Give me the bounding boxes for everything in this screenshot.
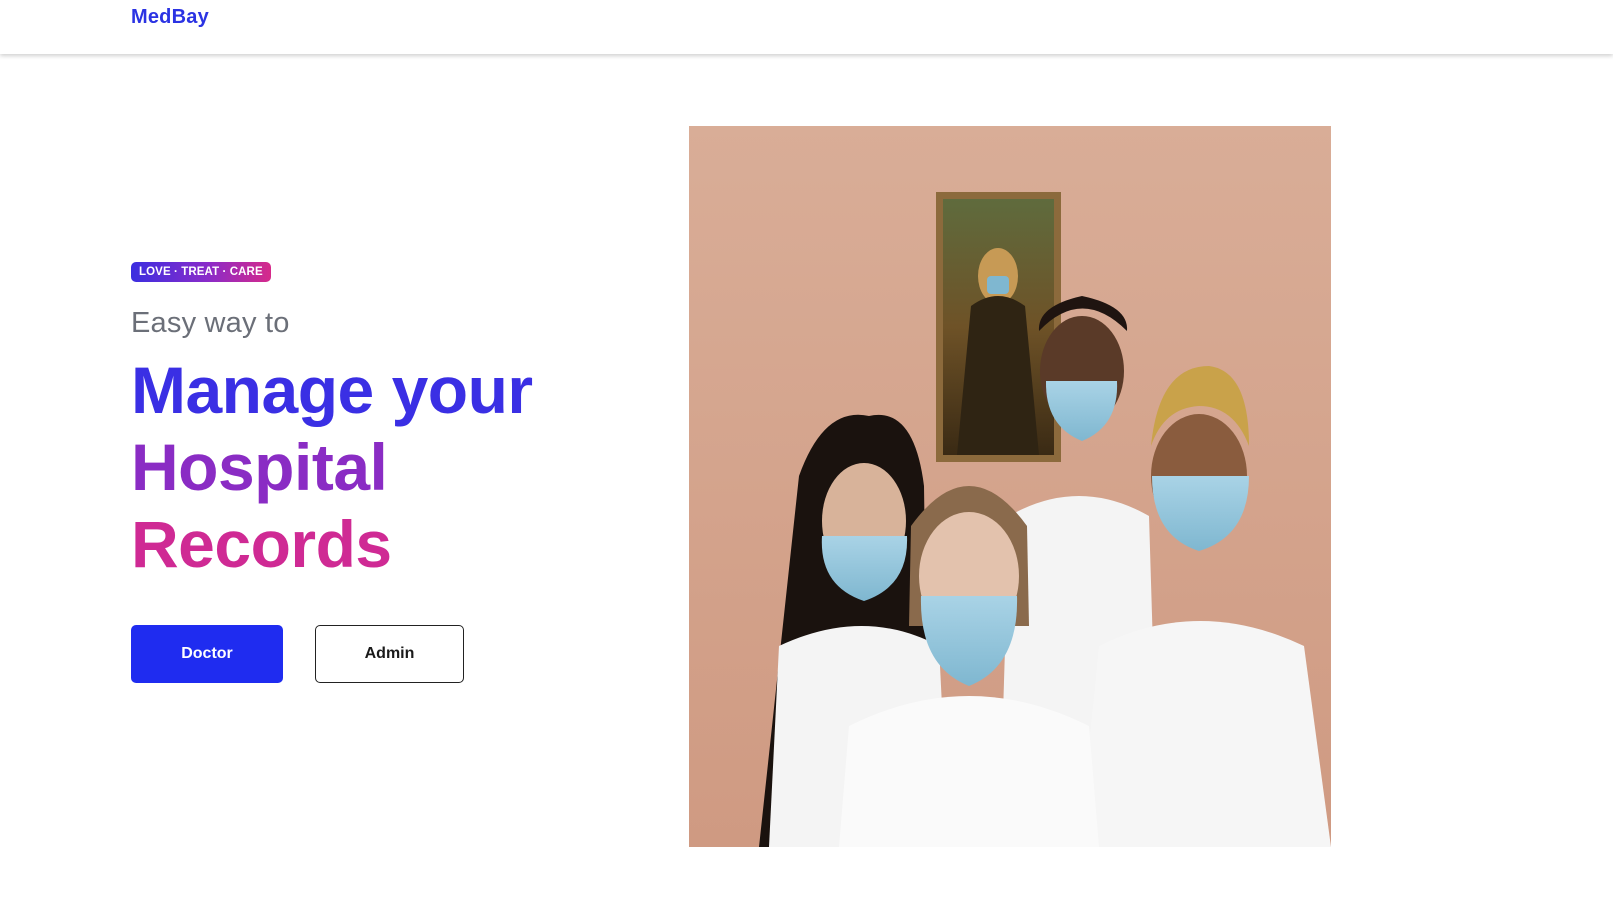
headline-line-2: Hospital (131, 430, 388, 504)
headline-line-3: Records (131, 507, 392, 581)
hero-subtitle: Easy way to (131, 307, 290, 339)
hero-headline: Manage your Hospital Records (131, 352, 533, 583)
tagline-badge: LOVE · TREAT · CARE (131, 262, 271, 282)
top-navbar: MedBay (0, 0, 1613, 54)
headline-line-1: Manage your (131, 353, 533, 427)
hero-photo-masked-group (689, 126, 1331, 847)
doctor-button[interactable]: Doctor (131, 625, 283, 683)
brand-logo-link[interactable]: MedBay (131, 6, 209, 29)
admin-button[interactable]: Admin (315, 625, 464, 683)
hero-photo-illustration (689, 126, 1331, 847)
hero-text-section: LOVE · TREAT · CARE Easy way to Manage y… (131, 0, 671, 916)
